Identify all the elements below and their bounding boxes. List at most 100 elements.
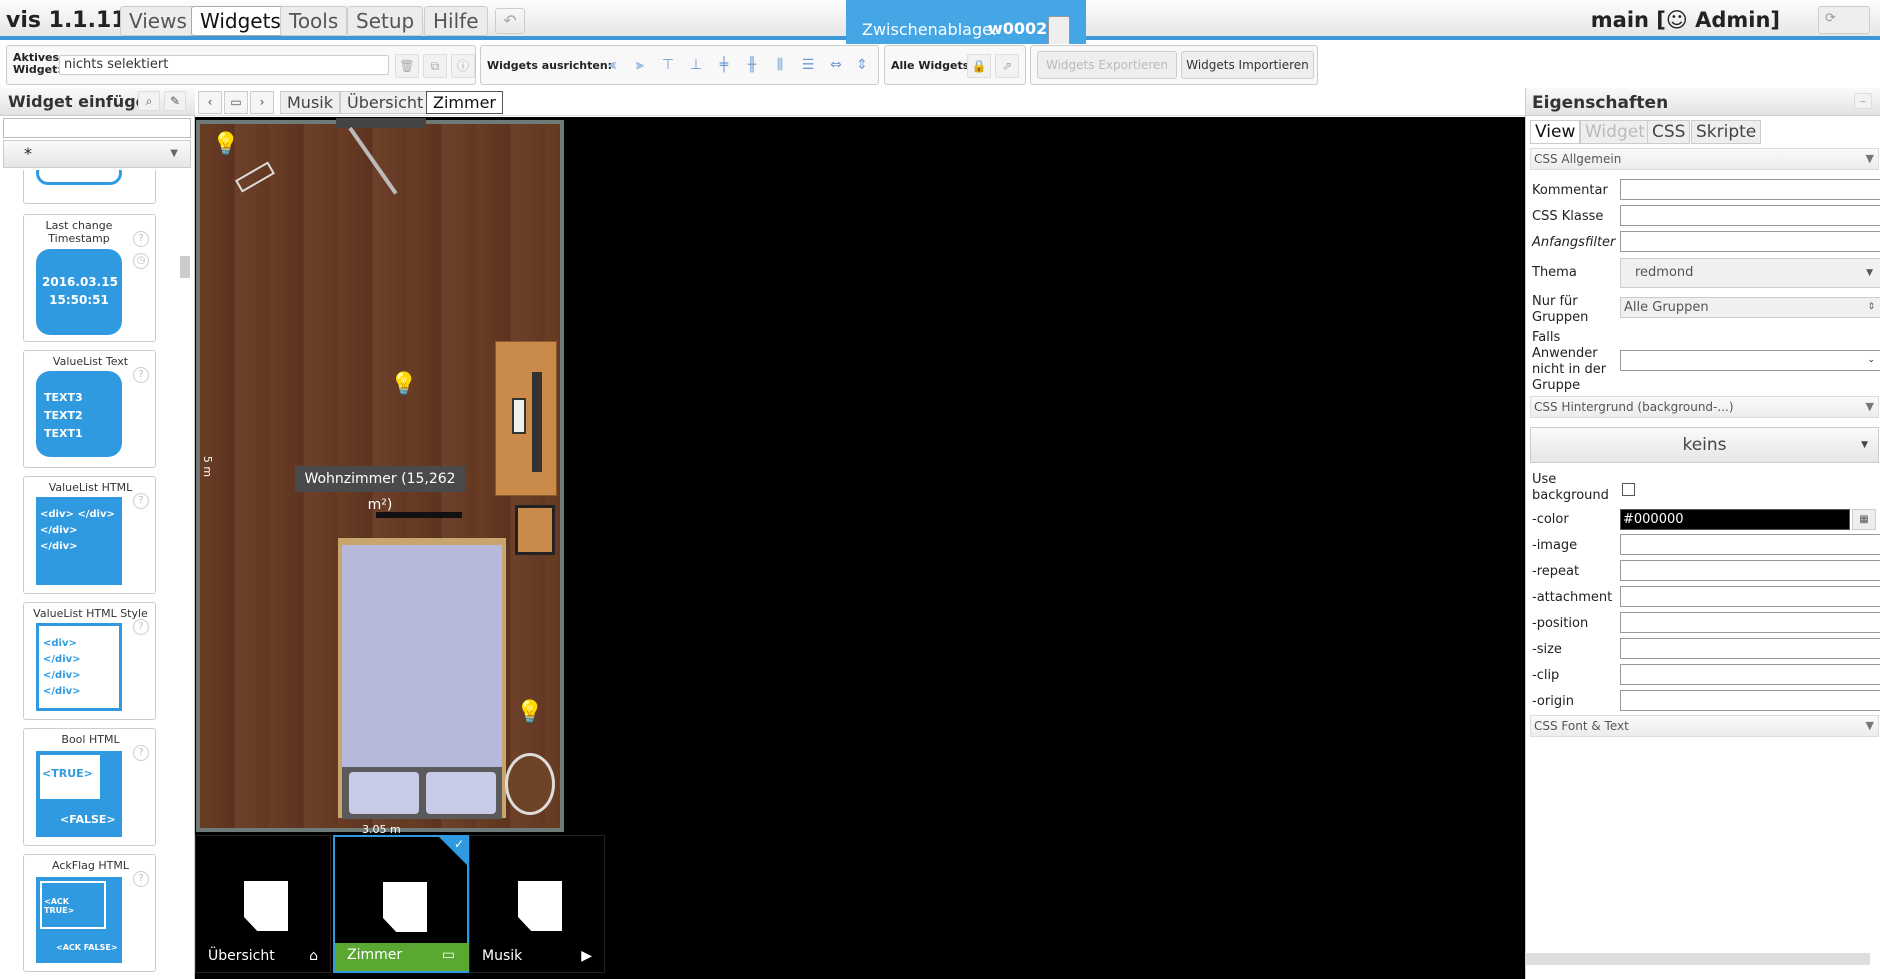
widget-set-select[interactable]: * ▼ <box>3 140 191 168</box>
menu-tab-hilfe[interactable]: Hilfe <box>424 6 488 36</box>
attachment-input[interactable] <box>1620 586 1880 607</box>
widget-card-valuelist-html-style[interactable]: ValueList HTML Style ? <div> </div> </di… <box>23 602 156 720</box>
properties-scrollbar[interactable] <box>1525 953 1870 965</box>
import-widgets-button[interactable]: Widgets Importieren <box>1181 51 1314 79</box>
distribute-v-icon[interactable]: ☰ <box>797 54 819 76</box>
external-link-icon[interactable]: ⇗ <box>995 54 1019 78</box>
image-input[interactable] <box>1620 534 1880 555</box>
widget-card-ackflag-html[interactable]: AckFlag HTML ? <ACK TRUE> <ACK FALSE> <box>23 854 156 972</box>
tab-zimmer[interactable]: Zimmer <box>426 91 503 114</box>
widget-card-bool-html[interactable]: Bool HTML ? <TRUE> <FALSE> <box>23 728 156 846</box>
widget-card-last-change[interactable]: Last change Timestamp ? ◷ 2016.03.15 15:… <box>23 214 156 342</box>
menu-tab-setup[interactable]: Setup <box>347 6 424 36</box>
gruppen-select[interactable]: Alle Gruppen ⇕ <box>1620 297 1880 318</box>
tab-uebersicht[interactable]: Übersicht <box>340 91 431 114</box>
prev-icon[interactable]: ‹ <box>198 91 222 114</box>
thema-select[interactable]: redmond ▼ <box>1620 258 1880 288</box>
same-height-icon[interactable]: ⇕ <box>851 54 873 76</box>
origin-input[interactable] <box>1620 690 1880 711</box>
widget-title: AckFlag HTML <box>52 859 129 872</box>
active-widget-select[interactable]: nichts selektiert <box>59 55 389 75</box>
export-widgets-button[interactable]: Widgets Exportieren <box>1037 51 1177 79</box>
section-label: CSS Allgemein <box>1534 152 1622 166</box>
help-icon[interactable]: ? <box>133 871 149 887</box>
lamp-icon[interactable]: 💡 <box>212 132 239 157</box>
widget-list: Last change Timestamp ? ◷ 2016.03.15 15:… <box>0 170 195 979</box>
help-icon[interactable]: ? <box>133 367 149 383</box>
position-input[interactable] <box>1620 612 1880 633</box>
palette-scrollbar[interactable] <box>180 256 190 278</box>
background-preset-select[interactable]: keins ▼ <box>1530 427 1879 463</box>
section-css-hintergrund[interactable]: CSS Hintergrund (background-...) ▼ <box>1530 396 1879 418</box>
help-icon[interactable]: ? <box>133 619 149 635</box>
next-icon[interactable]: › <box>250 91 274 114</box>
copy-icon[interactable]: ⧉ <box>423 54 447 78</box>
align-left-icon[interactable]: ⫷ <box>601 54 623 76</box>
tab-skripte[interactable]: Skripte <box>1691 120 1762 144</box>
clip-input[interactable] <box>1620 664 1880 685</box>
color-picker-icon[interactable]: ▦ <box>1852 509 1876 530</box>
chevron-down-icon: ⇕ <box>1867 302 1875 312</box>
preview-true: <ACK TRUE> <box>40 881 106 929</box>
repeat-input[interactable] <box>1620 560 1880 581</box>
refresh-button[interactable]: ⟳ <box>1818 6 1870 34</box>
light-bulb-icon[interactable]: 💡 <box>390 372 417 397</box>
lock-icon[interactable]: 🔒 <box>967 54 991 78</box>
widget-card[interactable] <box>23 170 156 204</box>
chevron-down-icon: ▼ <box>1866 268 1873 278</box>
widget-card-valuelist-html[interactable]: ValueList HTML ? <div> </div> </div> </d… <box>23 476 156 594</box>
align-top-icon[interactable]: ⊤ <box>657 54 679 76</box>
anfangsfilter-input[interactable] <box>1620 231 1880 252</box>
menu-tab-tools[interactable]: Tools <box>280 6 348 36</box>
menu-tab-widgets[interactable]: Widgets <box>191 6 290 36</box>
delete-icon[interactable]: 🗑 <box>395 54 419 78</box>
kommentar-input[interactable] <box>1620 179 1880 200</box>
align-group: Widgets ausrichten: ⫷ ⫸ ⊤ ⊥ ╪ ╫ ⫼ ☰ ⇔ ⇕ <box>480 45 879 85</box>
label-anfangsfilter: Anfangsfilter <box>1532 235 1616 250</box>
align-bottom-icon[interactable]: ⊥ <box>685 54 707 76</box>
align-center-h-icon[interactable]: ╪ <box>713 54 735 76</box>
tab-css[interactable]: CSS <box>1647 120 1691 144</box>
help-icon[interactable]: ? <box>133 231 149 247</box>
menu-tab-views[interactable]: Views <box>120 6 196 36</box>
lamp-icon[interactable]: 💡 <box>516 700 543 725</box>
help-icon[interactable]: ? <box>133 745 149 761</box>
thumb-zimmer[interactable]: ✓ Zimmer ▭ <box>333 835 469 973</box>
tab-view[interactable]: View <box>1530 120 1581 144</box>
distribute-h-icon[interactable]: ⫼ <box>769 54 791 76</box>
section-css-allgemein[interactable]: CSS Allgemein ▼ <box>1530 148 1879 170</box>
search-icon[interactable]: ⌕ <box>138 91 160 111</box>
pin-icon[interactable]: ✎ <box>164 91 186 111</box>
active-widget-label: Aktives Widget: <box>13 51 62 76</box>
align-center-v-icon[interactable]: ╫ <box>741 54 763 76</box>
info-icon[interactable]: ⓘ <box>451 54 475 78</box>
widget-title: Last change Timestamp <box>45 219 113 245</box>
clock-icon: ◷ <box>133 253 149 269</box>
thumb-uebersicht[interactable]: Übersicht ⌂ <box>195 835 331 973</box>
use-background-checkbox[interactable] <box>1622 483 1635 496</box>
falls-select[interactable]: ⌄ <box>1620 350 1880 371</box>
desk <box>495 341 557 496</box>
clipboard-icon[interactable]: ▭ <box>224 91 248 114</box>
widget-filter-input[interactable] <box>3 118 191 138</box>
css-klasse-input[interactable] <box>1620 205 1880 226</box>
label-clip: -clip <box>1532 668 1560 683</box>
undo-icon[interactable]: ↶ <box>495 8 525 34</box>
collapse-icon[interactable]: – <box>1854 93 1872 109</box>
widget-preview: <div> </div> </div> </div> <box>36 623 122 711</box>
page-icon <box>383 882 427 932</box>
chevron-down-icon: ▼ <box>1865 152 1874 165</box>
clipboard-preview[interactable] <box>1048 16 1070 46</box>
same-width-icon[interactable]: ⇔ <box>825 54 847 76</box>
section-css-font[interactable]: CSS Font & Text ▼ <box>1530 715 1879 737</box>
refresh-icon: ⟳ <box>1825 11 1836 26</box>
tab-widget[interactable]: Widget <box>1580 120 1650 144</box>
tab-musik[interactable]: Musik <box>280 91 340 114</box>
thumb-musik[interactable]: Musik ▶ <box>469 835 605 973</box>
size-input[interactable] <box>1620 638 1880 659</box>
help-icon[interactable]: ? <box>133 493 149 509</box>
widget-card-valuelist-text[interactable]: ValueList Text ? TEXT3 TEXT2 TEXT1 <box>23 350 156 468</box>
color-input[interactable]: #000000 <box>1620 509 1850 530</box>
align-right-icon[interactable]: ⫸ <box>629 54 651 76</box>
label-image: -image <box>1532 538 1578 553</box>
